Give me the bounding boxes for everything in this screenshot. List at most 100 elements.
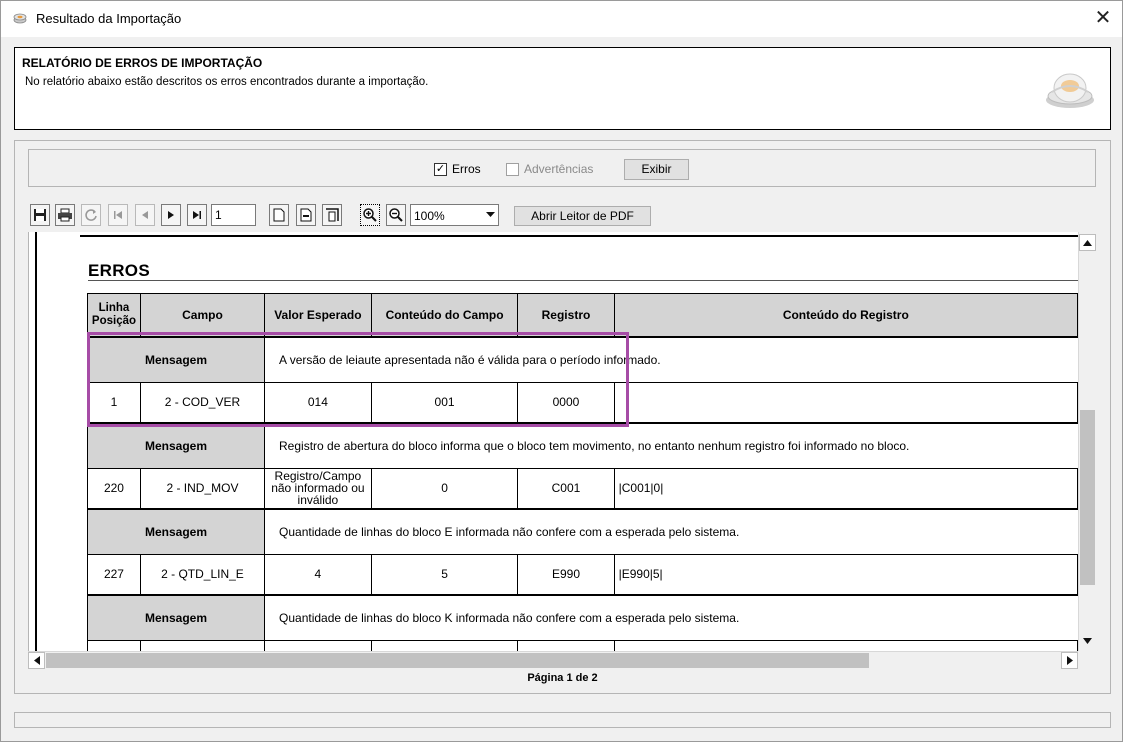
cell-linha: 220 [87,468,141,509]
save-icon [34,209,46,221]
filter-options: ✓ Erros Advertências Exibir [28,149,1096,187]
col-header-linha-posicao: Linha Posição [87,293,141,337]
vertical-scroll-thumb[interactable] [1080,410,1095,585]
errors-checkbox[interactable]: ✓ Erros [434,162,481,176]
page-left-border [35,232,37,651]
cell-conteudo-registro: |C001|0| [613,468,1078,509]
cell-campo: 2 - QTD_LIN_E [139,554,266,595]
cell-valor-esperado: Registro/Campo não informado ou inválido [264,468,372,509]
message-text: A versão de leiaute apresentada não é vá… [264,335,1078,383]
message-text: Quantidade de linhas do bloco K informad… [264,593,1078,641]
arrow-right-icon [1066,656,1073,665]
message-label: Mensagem [86,421,266,469]
full-page-icon [326,208,339,222]
arrow-up-icon [1083,239,1092,246]
first-page-button[interactable] [108,204,128,226]
next-page-button[interactable] [161,204,181,226]
print-icon [58,208,72,222]
zoom-in-icon [363,208,377,222]
cell-campo: 2 - IND_MOV [139,468,266,509]
sped-logo-icon [1046,73,1094,108]
cell-valor-esperado: 014 [264,382,372,423]
col-header-conteudo-registro: Conteúdo do Registro [613,293,1078,337]
refresh-button[interactable] [81,204,101,226]
cell-conteudo-registro: |E990|5| [613,554,1078,595]
next-page-icon [168,211,174,219]
col-header-conteudo-campo: Conteúdo do Campo [370,293,519,337]
vertical-scrollbar[interactable] [1078,232,1096,651]
zoom-value: 100% [414,209,445,223]
last-page-button[interactable] [187,204,207,226]
report-subtitle: No relatório abaixo estão descritos os e… [25,76,429,88]
status-bar [14,712,1111,728]
page-width-button[interactable] [296,204,316,226]
last-page-icon [193,211,201,219]
scroll-left-button[interactable] [28,652,45,669]
app-icon [13,13,27,24]
zoom-in-button[interactable] [360,204,380,226]
print-button[interactable] [55,204,75,226]
errors-checkbox-box[interactable]: ✓ [434,162,447,176]
cell-conteudo-registro [613,382,1078,423]
message-row: Mensagem Registro de abertura do bloco i… [86,421,1078,469]
report-page: ERROS Linha Posição Campo Valor Esperado… [28,232,1078,651]
arrow-down-icon [1083,637,1092,644]
cell-valor-esperado: 4 [264,554,372,595]
zoom-select[interactable]: 100% [410,204,499,226]
refresh-icon [85,209,97,221]
title-bar: Resultado da Importação ✕ [1,1,1122,37]
table-row: 220 2 - IND_MOV Registro/Campo não infor… [87,468,1078,509]
page-width-icon [300,208,312,222]
message-label: Mensagem [86,335,266,383]
col-header-campo: Campo [139,293,266,337]
errors-table: Linha Posição Campo Valor Esperado Conte… [86,293,1078,651]
single-page-icon [273,208,285,222]
table-row: 1 2 - COD_VER 014 001 0000 [87,382,1078,423]
import-result-window: Resultado da Importação ✕ RELATÓRIO DE E… [0,0,1123,742]
warnings-checkbox-box[interactable] [506,162,519,176]
window-title: Resultado da Importação [36,11,182,26]
previous-page-icon [142,211,148,219]
chevron-down-icon[interactable] [482,205,498,225]
report-title: RELATÓRIO DE ERROS DE IMPORTAÇÃO [22,56,263,70]
horizontal-scrollbar[interactable] [28,651,1078,669]
cell-registro: E990 [517,554,615,595]
cell-campo: 2 - COD_VER [139,382,266,423]
message-label: Mensagem [86,507,266,555]
page-indicator: Página 1 de 2 [527,672,598,684]
show-button[interactable]: Exibir [624,159,689,180]
message-row: Mensagem A versão de leiaute apresentada… [86,335,1078,383]
report-header-panel: RELATÓRIO DE ERROS DE IMPORTAÇÃO No rela… [14,47,1111,130]
warnings-checkbox[interactable]: Advertências [506,162,593,176]
close-icon: ✕ [1094,7,1112,29]
first-page-icon [114,211,122,219]
cell-conteudo-campo: 5 [370,554,519,595]
warnings-checkbox-label: Advertências [524,162,594,176]
errors-checkbox-label: Erros [452,162,481,176]
save-button[interactable] [30,204,50,226]
message-text: Registro de abertura do bloco informa qu… [264,421,1078,469]
cell-linha: 1 [87,382,141,423]
full-page-button[interactable] [322,204,342,226]
section-title: ERROS [88,261,150,280]
cell-conteudo-campo: 001 [370,382,519,423]
cell-registro: 0000 [517,382,615,423]
table-row [87,640,1078,651]
scroll-down-button[interactable] [1079,632,1096,649]
scroll-right-button[interactable] [1061,652,1078,669]
scroll-up-button[interactable] [1079,234,1096,251]
previous-page-button[interactable] [135,204,155,226]
page-number-input[interactable] [211,204,256,226]
open-pdf-reader-button[interactable]: Abrir Leitor de PDF [514,206,651,226]
message-label: Mensagem [86,593,266,641]
cell-registro: C001 [517,468,615,509]
message-text: Quantidade de linhas do bloco E informad… [264,507,1078,555]
horizontal-scroll-thumb[interactable] [46,653,869,668]
single-page-button[interactable] [269,204,289,226]
arrow-left-icon [33,656,40,665]
zoom-out-button[interactable] [386,204,406,226]
message-row: Mensagem Quantidade de linhas do bloco E… [86,507,1078,555]
close-button[interactable]: ✕ [1084,1,1122,37]
message-row: Mensagem Quantidade de linhas do bloco K… [86,593,1078,641]
zoom-out-icon [389,208,403,222]
